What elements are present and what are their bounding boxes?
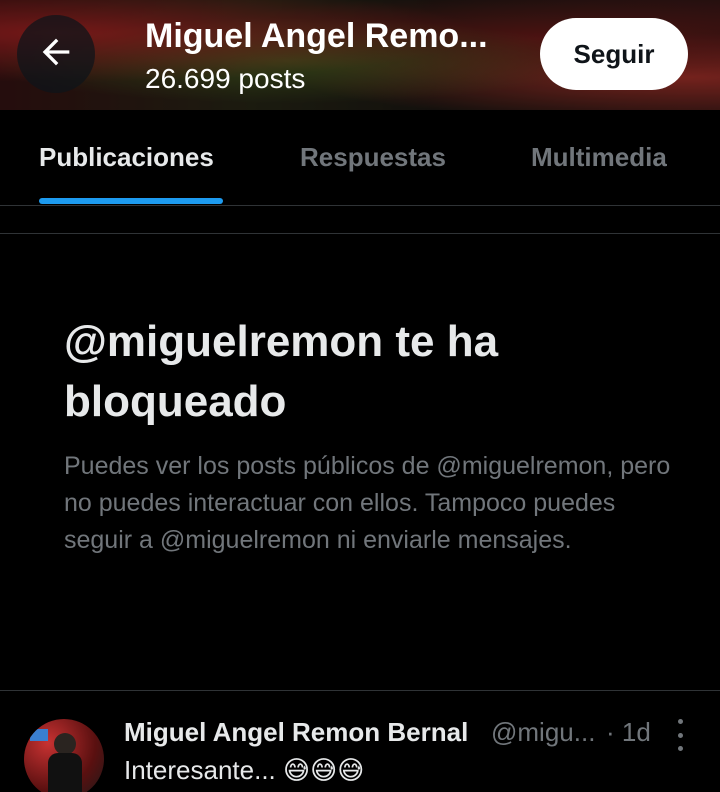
more-vertical-icon[interactable] [668, 719, 692, 751]
active-tab-indicator [39, 198, 223, 204]
tab-respuestas[interactable]: Respuestas [300, 110, 446, 205]
post-text: Interesante... 😅😅😅 [124, 755, 365, 785]
tab-multimedia[interactable]: Multimedia [531, 110, 667, 205]
arrow-left-icon [36, 32, 76, 77]
post-timestamp[interactable]: · 1d [606, 717, 651, 748]
blocked-description: Puedes ver los posts públicos de @miguel… [64, 452, 671, 554]
post-item[interactable]: Miguel Angel Remon Bernal @migu... · 1d … [0, 691, 720, 792]
profile-name-title: Miguel Angel Remo... [145, 17, 488, 55]
profile-header: Miguel Angel Remo... 26.699 posts Seguir [0, 0, 720, 110]
post-author-handle[interactable]: @migu... [491, 717, 595, 748]
profile-tabs: Publicaciones Respuestas Multimedia [0, 110, 720, 206]
blocked-title: @miguelremon te ha bloqueado [64, 317, 499, 426]
avatar[interactable] [24, 719, 104, 792]
back-button[interactable] [17, 15, 95, 93]
divider [0, 233, 720, 234]
post-author-name[interactable]: Miguel Angel Remon Bernal [124, 717, 468, 748]
post-count: 26.699 posts [145, 63, 306, 94]
profile-page: Miguel Angel Remo... 26.699 posts Seguir… [0, 0, 720, 792]
follow-button[interactable]: Seguir [540, 18, 688, 90]
tab-publicaciones[interactable]: Publicaciones [39, 110, 214, 205]
